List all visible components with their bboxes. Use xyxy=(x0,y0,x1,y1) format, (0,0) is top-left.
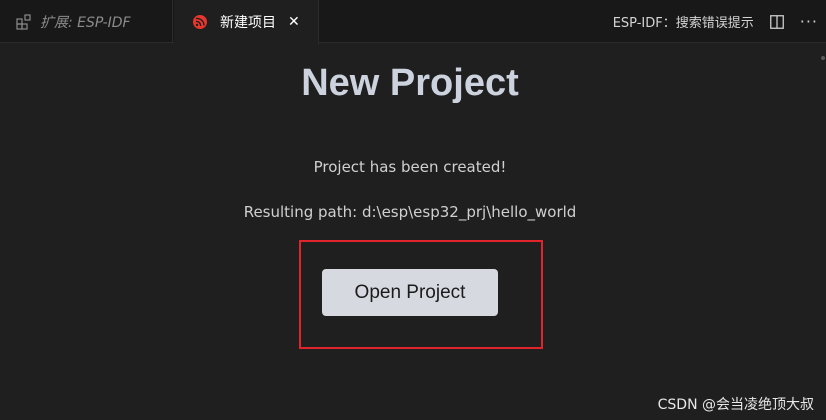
extensions-icon xyxy=(16,13,31,30)
search-error-hint-button[interactable]: ESP-IDF：搜索错误提示 xyxy=(613,12,754,31)
tab-new-project-label: 新建项目 xyxy=(220,15,276,31)
espressif-logo-icon xyxy=(193,15,207,29)
tab-extension-esp-idf[interactable]: 扩展: ESP-IDF xyxy=(0,0,173,43)
page-title: New Project xyxy=(301,62,519,104)
tab-bar: 扩展: ESP-IDF 新建项目 ✕ ESP-IDF：搜索错误提示 ··· xyxy=(0,0,826,44)
editor-actions: ESP-IDF：搜索错误提示 ··· xyxy=(613,0,826,43)
watermark: CSDN @会当凌绝顶大叔 xyxy=(657,397,814,413)
tab-extension-label: 扩展: ESP-IDF xyxy=(40,14,131,31)
result-path: Resulting path: d:\esp\esp32_prj\hello_w… xyxy=(243,203,577,221)
status-message: Project has been created! xyxy=(313,158,507,176)
split-editor-icon[interactable] xyxy=(769,14,784,29)
more-actions-icon[interactable]: ··· xyxy=(800,12,818,31)
close-icon[interactable]: ✕ xyxy=(288,14,300,30)
scrollbar-indicator[interactable] xyxy=(821,56,825,60)
tab-new-project[interactable]: 新建项目 ✕ xyxy=(174,0,319,44)
open-project-button[interactable]: Open Project xyxy=(322,269,498,316)
